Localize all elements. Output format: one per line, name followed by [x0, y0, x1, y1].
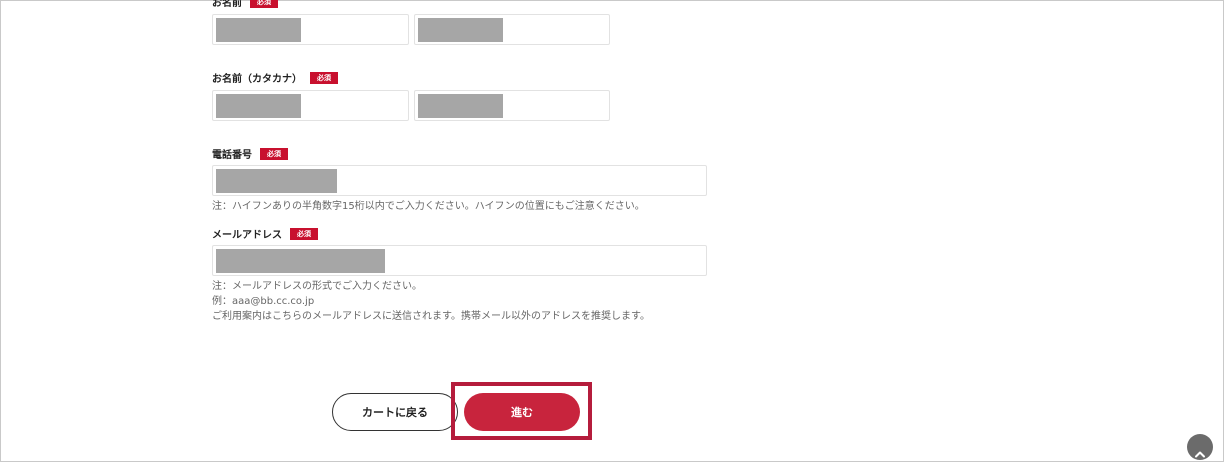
email-note-usage: ご利用案内はこちらのメールアドレスに送信されます。携帯メール以外のアドレスを推奨… [212, 311, 650, 322]
email-label: メールアドレス [212, 230, 282, 241]
next-button[interactable]: 進む [464, 393, 580, 431]
scroll-top-button[interactable] [1187, 434, 1213, 460]
email-note-format: 注：メールアドレスの形式でご入力ください。 [212, 281, 422, 292]
masked-value [216, 94, 301, 118]
required-badge: 必須 [250, 0, 278, 8]
phone-input[interactable] [212, 165, 707, 196]
required-badge: 必須 [260, 147, 288, 160]
masked-value [216, 249, 385, 273]
phone-label-row: 電話番号 必須 [212, 146, 288, 161]
required-badge: 必須 [290, 227, 318, 240]
masked-value [216, 18, 301, 42]
last-name-input[interactable] [212, 14, 409, 45]
phone-label: 電話番号 [212, 150, 252, 161]
email-label-row: メールアドレス 必須 [212, 226, 318, 241]
masked-value [418, 18, 503, 42]
masked-value [418, 94, 503, 118]
chevron-up-icon [1194, 443, 1206, 458]
required-badge: 必須 [310, 71, 338, 84]
email-input[interactable] [212, 245, 707, 276]
name-label: お名前 [212, 0, 242, 9]
back-to-cart-button[interactable]: カートに戻る [332, 393, 458, 431]
name-kana-label-row: お名前（カタカナ） 必須 [212, 70, 338, 85]
masked-value [216, 169, 337, 193]
last-name-kana-input[interactable] [212, 90, 409, 121]
phone-note: 注：ハイフンありの半角数字15桁以内でご入力ください。ハイフンの位置にもご注意く… [212, 201, 645, 212]
name-kana-label: お名前（カタカナ） [212, 74, 302, 85]
name-label-row: お名前 必須 [212, 0, 278, 9]
first-name-kana-input[interactable] [414, 90, 610, 121]
first-name-input[interactable] [414, 14, 610, 45]
email-note-example: 例：aaa@bb.cc.co.jp [212, 296, 315, 307]
page-frame [0, 0, 1224, 462]
